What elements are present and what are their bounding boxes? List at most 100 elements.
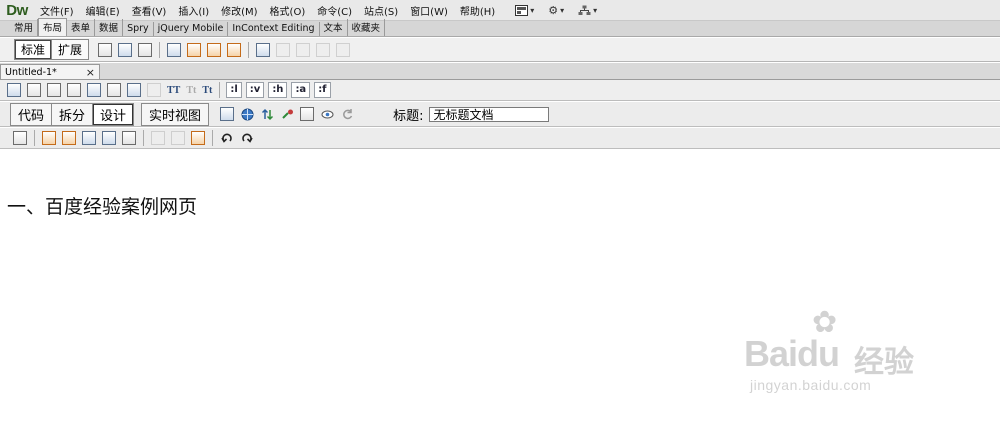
split-view-button[interactable]: 拆分 [51, 102, 94, 126]
insert-tab-incontext-editing[interactable]: InContext Editing [228, 22, 320, 36]
menu-help[interactable]: 帮助(H) [454, 3, 501, 18]
spry-collapsible-icon[interactable] [207, 42, 222, 57]
menu-commands[interactable]: 命令(C) [311, 3, 358, 18]
gear-icon[interactable]: ⚙ ▾ [548, 4, 564, 17]
paste-icon[interactable] [191, 131, 205, 145]
insert-tab-layout[interactable]: 布局 [38, 18, 68, 36]
menu-edit[interactable]: 编辑(E) [80, 3, 126, 18]
watermark-cn: 经验 [854, 345, 914, 380]
refresh-icon[interactable] [340, 107, 354, 121]
document-tab-untitled[interactable]: Untitled-1* × [0, 64, 100, 79]
toolbar-separator [143, 130, 144, 146]
render-handheld-icon[interactable] [47, 83, 61, 97]
expanded-mode-button[interactable]: 扩展 [52, 40, 88, 59]
redo-arrow-icon [242, 133, 253, 143]
menu-site[interactable]: 站点(S) [358, 3, 404, 18]
cut-icon [151, 131, 165, 145]
check-browser-icon[interactable] [320, 107, 334, 121]
insert-tab-data[interactable]: 数据 [95, 19, 124, 36]
watermark-brand-part1: Bai [744, 333, 798, 374]
toolbar-separator [248, 41, 250, 58]
insert-panel-tabs: 常用 布局 表单 数据 Spry jQuery Mobile InContext… [0, 18, 1000, 37]
style-rendering-bar: TT Tt Tt :l :v :h :a :f [0, 80, 1000, 101]
file-management-icon[interactable] [260, 107, 274, 121]
menu-view[interactable]: 查看(V) [126, 3, 173, 18]
dropdown-caret-icon: ▾ [530, 5, 535, 15]
app-logo: Dw [6, 1, 28, 19]
open-folder-icon[interactable] [42, 131, 56, 145]
insert-tab-spry[interactable]: Spry [123, 22, 154, 36]
debug-browser-icon[interactable] [280, 107, 294, 121]
document-tabs: Untitled-1* × [0, 63, 1000, 80]
visual-aids-icon[interactable] [300, 107, 315, 121]
layout-icon[interactable]: ▾ [515, 4, 535, 16]
render-projection-icon[interactable] [67, 83, 81, 97]
refresh-arrow-icon [342, 108, 352, 119]
ap-div-icon[interactable] [118, 42, 133, 57]
pseudo-hover-button[interactable]: :h [268, 82, 288, 98]
dropdown-caret-icon: ▾ [593, 5, 598, 15]
render-print-icon[interactable] [27, 83, 41, 97]
insert-tab-common[interactable]: 常用 [10, 19, 39, 36]
toolbar-separator [34, 130, 35, 146]
insert-tab-forms[interactable]: 表单 [67, 19, 96, 36]
watermark-brand-part2: du [797, 333, 840, 374]
spry-tooltip-icon[interactable] [227, 42, 242, 57]
standard-mode-button[interactable]: 标准 [15, 40, 53, 59]
undo-icon[interactable] [220, 131, 234, 145]
close-tab-icon[interactable]: × [86, 66, 95, 79]
pseudo-focus-button[interactable]: :f [314, 82, 331, 98]
save-icon[interactable] [82, 131, 96, 145]
site-icon[interactable]: ▾ [578, 5, 597, 16]
spry-accordion-icon[interactable] [187, 42, 202, 57]
multiscreen-icon[interactable] [220, 107, 235, 121]
standard-toolbar [0, 128, 1000, 149]
design-view-button[interactable]: 设计 [92, 102, 135, 126]
site-map-icon [578, 5, 591, 15]
pseudo-active-button[interactable]: :a [291, 82, 311, 98]
insert-tab-favorites[interactable]: 收藏夹 [348, 19, 386, 36]
menu-file[interactable]: 文件(F) [34, 3, 80, 18]
insert-column-icon [316, 42, 331, 57]
redo-icon[interactable] [240, 131, 254, 145]
save-all-icon[interactable] [102, 131, 116, 145]
toggle-css-styles-icon[interactable] [127, 83, 141, 97]
insert-row-below-icon [296, 42, 311, 57]
render-screen-icon[interactable] [7, 83, 21, 97]
layout-icon-glyph [515, 4, 529, 16]
new-document-icon[interactable] [13, 131, 27, 145]
render-tty-icon[interactable] [87, 83, 101, 97]
table-icon[interactable] [256, 42, 271, 57]
design-time-styles-icon [147, 83, 161, 97]
globe-icon [241, 108, 254, 120]
document-tab-label: Untitled-1* [5, 66, 57, 78]
live-view-button[interactable]: 实时视图 [141, 102, 210, 126]
menu-format[interactable]: 格式(O) [264, 3, 312, 18]
print-code-icon[interactable] [122, 131, 136, 145]
decrease-text-size-icon[interactable]: Tt [202, 85, 212, 96]
menu-window[interactable]: 窗口(W) [404, 3, 454, 18]
preview-in-browser-icon[interactable] [240, 107, 254, 121]
page-heading: 一、百度经验案例网页 [7, 196, 198, 218]
increase-text-size-icon[interactable]: TT [167, 85, 180, 96]
pseudo-link-button[interactable]: :l [226, 82, 242, 98]
browse-bridge-icon[interactable] [62, 131, 76, 145]
menu-modify[interactable]: 修改(M) [215, 3, 263, 18]
eye-check-icon [321, 110, 334, 118]
render-tv-icon[interactable] [107, 83, 121, 97]
menu-insert[interactable]: 插入(I) [172, 3, 215, 18]
spry-tabs-icon[interactable] [167, 42, 182, 57]
insert-tab-text[interactable]: 文本 [320, 19, 348, 36]
undo-arrow-icon [221, 133, 232, 143]
toolbar-separator [212, 130, 213, 146]
div-tag-icon[interactable] [98, 42, 113, 57]
code-view-button[interactable]: 代码 [10, 102, 53, 126]
insert-layout-bar: 标准 扩展 [0, 38, 1000, 62]
design-view[interactable]: 一、百度经验案例网页 ✿ Baidu 经验 jingyan.baidu.com [0, 150, 1000, 427]
pseudo-visited-button[interactable]: :v [245, 82, 265, 98]
spry-menu-icon[interactable] [138, 42, 153, 57]
gear-glyph-icon: ⚙ [548, 3, 559, 17]
document-title-input[interactable] [429, 106, 550, 122]
insert-tab-jquery-mobile[interactable]: jQuery Mobile [154, 22, 229, 36]
view-switcher: 代码 拆分 设计 [10, 102, 135, 126]
